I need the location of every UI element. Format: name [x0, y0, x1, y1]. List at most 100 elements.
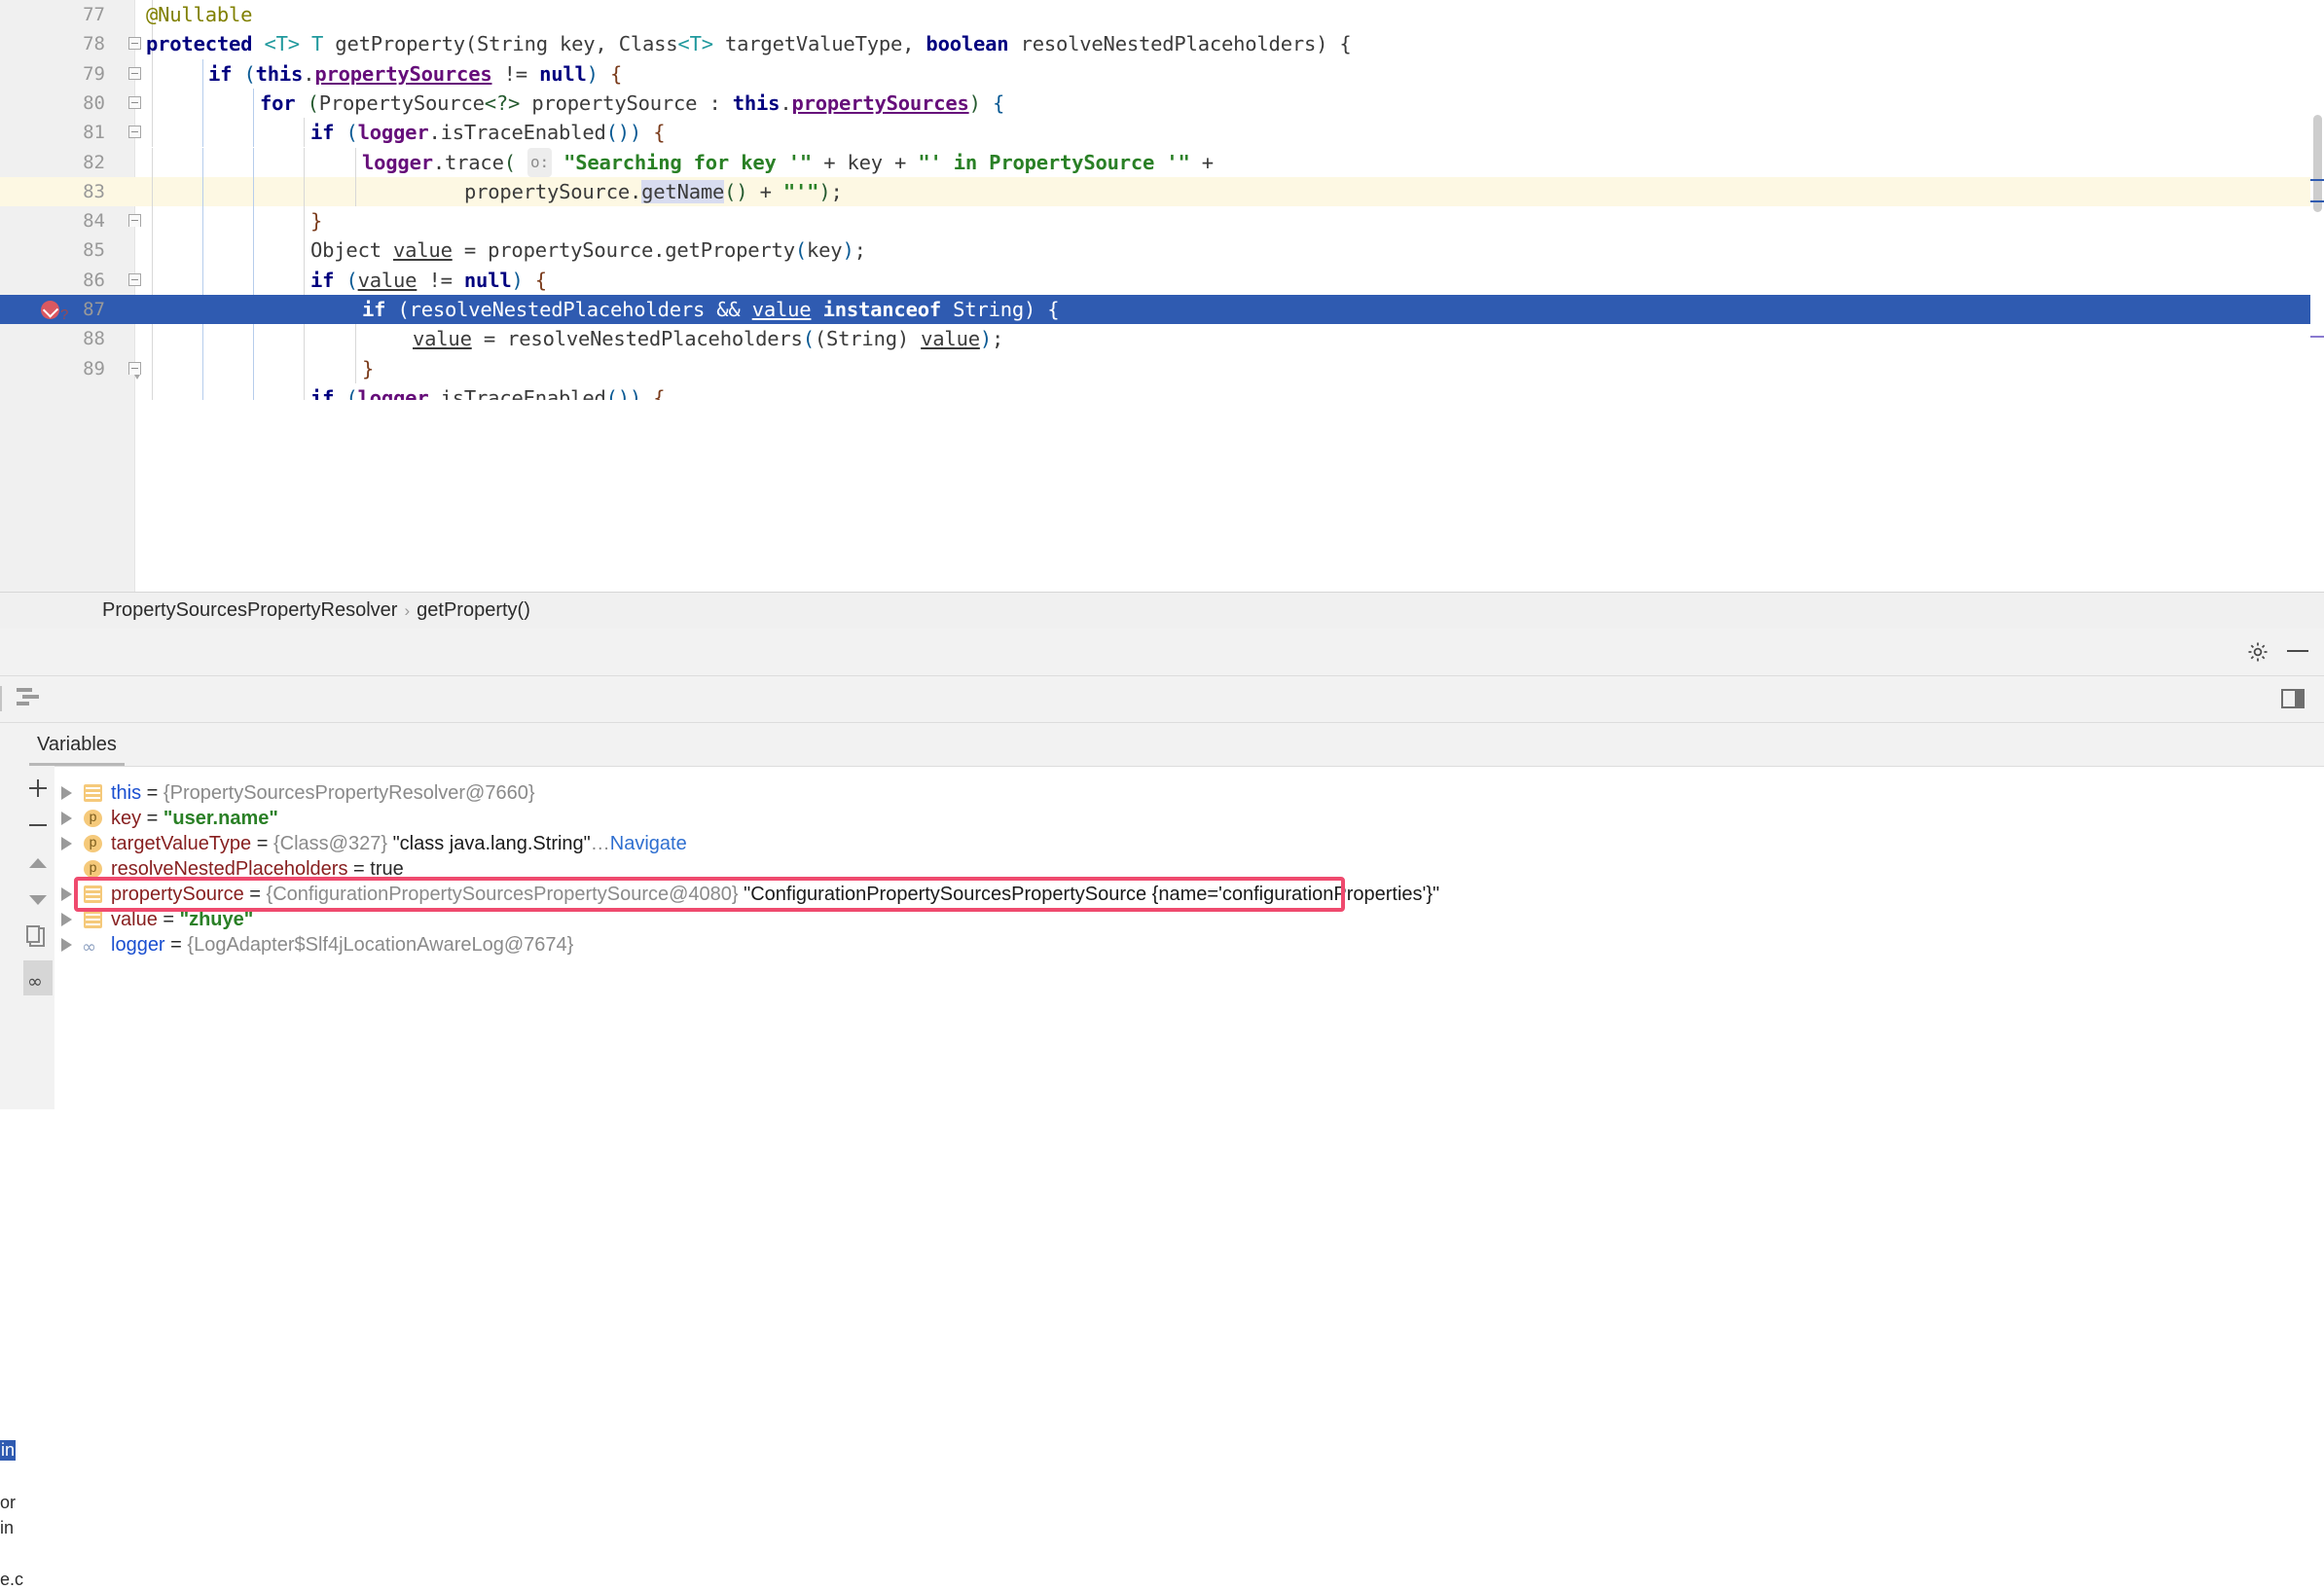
indent-guide: [304, 235, 305, 265]
code-line-79[interactable]: 79 if (this.propertySources != null) {: [0, 59, 2324, 89]
line-number: 84: [0, 206, 105, 235]
code-text: if (value != null) {: [310, 266, 547, 295]
parameter-icon: p: [84, 860, 102, 878]
fold-toggle-icon[interactable]: [128, 206, 144, 235]
scrollbar-thumb[interactable]: [2313, 115, 2322, 212]
background-window-text-3: in: [0, 1518, 14, 1538]
breadcrumb-method[interactable]: getProperty(): [417, 599, 530, 621]
line-number: 89: [0, 354, 105, 383]
indent-guide: [304, 324, 305, 353]
indent-guide-active: [202, 354, 203, 383]
variable-name: key = "user.name": [111, 806, 278, 831]
variables-pane[interactable]: this = {PropertySourcesPropertyResolver@…: [54, 766, 2324, 1110]
watches-icon[interactable]: ∞: [23, 960, 53, 995]
line-number: 81: [0, 118, 105, 147]
breadcrumb-class[interactable]: PropertySourcesPropertyResolver: [102, 599, 397, 621]
code-line-85[interactable]: 85 Object value = propertySource.getProp…: [0, 235, 2324, 265]
indent-guide-active: [253, 89, 254, 118]
debug-tool-window: Variables in or in e.c ∞ this = {Propert…: [0, 629, 2324, 1109]
idea-debugger-window: 77 @Nullable 78 protected <T> T getPrope…: [0, 0, 2324, 1109]
breakpoint-icon[interactable]: [41, 301, 59, 319]
code-line-82[interactable]: 82 logger.trace( o: "Searching for key '…: [0, 148, 2324, 177]
editor-vertical-scrollbar[interactable]: [2310, 0, 2324, 592]
expand-arrow-icon[interactable]: [61, 913, 72, 926]
annotation-highlight-box: [74, 877, 1345, 912]
code-text: if (resolveNestedPlaceholders && value i…: [362, 295, 1059, 324]
fold-toggle-icon[interactable]: [128, 59, 144, 89]
code-editor[interactable]: 77 @Nullable 78 protected <T> T getPrope…: [0, 0, 2324, 592]
indent-guide: [152, 235, 153, 265]
line-number: 77: [0, 0, 105, 29]
code-line-84[interactable]: 84 }: [0, 206, 2324, 235]
scroll-marker-selection[interactable]: [2310, 336, 2324, 338]
minimize-icon[interactable]: [2287, 650, 2308, 652]
code-text: Object value = propertySource.getPropert…: [310, 235, 866, 265]
debug-header: [0, 629, 2324, 676]
code-line-81[interactable]: 81 if (logger.isTraceEnabled()) {: [0, 118, 2324, 147]
expand-arrow-icon[interactable]: [61, 786, 72, 800]
code-line-77[interactable]: 77 @Nullable: [0, 0, 2324, 29]
indent-guide: [152, 383, 153, 400]
code-line-88[interactable]: 88 value = resolveNestedPlaceholders((St…: [0, 324, 2324, 353]
fold-toggle-icon[interactable]: [128, 118, 144, 147]
layout-settings-icon[interactable]: [17, 688, 39, 708]
indent-guide-active: [202, 59, 203, 89]
expand-arrow-icon[interactable]: [61, 837, 72, 850]
code-text: if (logger.isTraceEnabled()) {: [310, 118, 665, 147]
variable-row-logger[interactable]: ∞ logger = {LogAdapter$Slf4jLocationAwar…: [54, 932, 2324, 958]
code-text: }: [310, 206, 322, 235]
add-watch-button[interactable]: [21, 772, 54, 805]
breadcrumb-bar[interactable]: PropertySourcesPropertyResolver›getPrope…: [0, 592, 2324, 630]
background-window-text-2: or: [0, 1493, 16, 1513]
code-line-80[interactable]: 80 for (PropertySource<?> propertySource…: [0, 89, 2324, 118]
expand-arrow-icon[interactable]: [61, 938, 72, 952]
indent-guide-active: [253, 148, 254, 177]
remove-watch-button[interactable]: [21, 809, 54, 842]
move-up-button[interactable]: [21, 846, 54, 879]
indent-guide-active: [202, 148, 203, 177]
code-line-86[interactable]: 86 if (value != null) {: [0, 266, 2324, 295]
code-line-89[interactable]: 89 }: [0, 354, 2324, 383]
fold-toggle-icon[interactable]: [128, 354, 144, 383]
fold-toggle-icon[interactable]: [128, 29, 144, 58]
code-text: if (logger.isTraceEnabled()) {: [310, 383, 665, 400]
variable-row-targetValueType[interactable]: p targetValueType = {Class@327} "class j…: [54, 831, 2324, 856]
scroll-marker-exec-2[interactable]: [2310, 200, 2324, 202]
restore-layout-icon[interactable]: [2281, 689, 2305, 708]
line-number: 83: [0, 177, 105, 206]
indent-guide-active: [202, 266, 203, 295]
code-line-78[interactable]: 78 protected <T> T getProperty(String ke…: [0, 29, 2324, 58]
indent-guide: [152, 59, 153, 89]
indent-guide: [152, 206, 153, 235]
variable-name: this = {PropertySourcesPropertyResolver@…: [111, 780, 535, 806]
indent-guide: [355, 324, 356, 353]
variable-row-key[interactable]: p key = "user.name": [54, 806, 2324, 831]
debug-toolbar: [0, 676, 2324, 723]
scroll-marker-exec[interactable]: [2310, 179, 2324, 181]
indent-guide-active: [202, 177, 203, 206]
gear-icon[interactable]: [2246, 640, 2270, 664]
expand-arrow-icon[interactable]: [61, 812, 72, 825]
fold-toggle-icon[interactable]: [128, 89, 144, 118]
breadcrumb[interactable]: PropertySourcesPropertyResolver›getPrope…: [102, 593, 530, 629]
line-number: 79: [0, 59, 105, 89]
variable-row-this[interactable]: this = {PropertySourcesPropertyResolver@…: [54, 780, 2324, 806]
code-line-83[interactable]: 83 propertySource.getName() + "'");: [0, 177, 2324, 206]
debug-tabs: Variables: [0, 723, 2324, 766]
code-line-90-clipped[interactable]: if (logger.isTraceEnabled()) {: [0, 383, 2324, 400]
navigate-link[interactable]: Navigate: [610, 833, 687, 854]
indent-guide: [152, 148, 153, 177]
indent-guide: [355, 177, 356, 206]
expand-arrow-icon[interactable]: [61, 887, 72, 901]
indent-guide-active: [253, 235, 254, 265]
fold-toggle-icon[interactable]: [128, 266, 144, 295]
tab-variables[interactable]: Variables: [23, 723, 130, 766]
indent-guide: [304, 206, 305, 235]
code-line-87[interactable]: 87 ? if (resolveNestedPlaceholders && va…: [0, 295, 2324, 324]
move-down-button[interactable]: [21, 883, 54, 916]
indent-guide: [152, 177, 153, 206]
indent-guide: [304, 148, 305, 177]
variables-action-toolbar: ∞: [21, 766, 54, 1109]
variable-name: targetValueType = {Class@327} "class jav…: [111, 831, 687, 856]
copy-icon[interactable]: [23, 920, 53, 957]
